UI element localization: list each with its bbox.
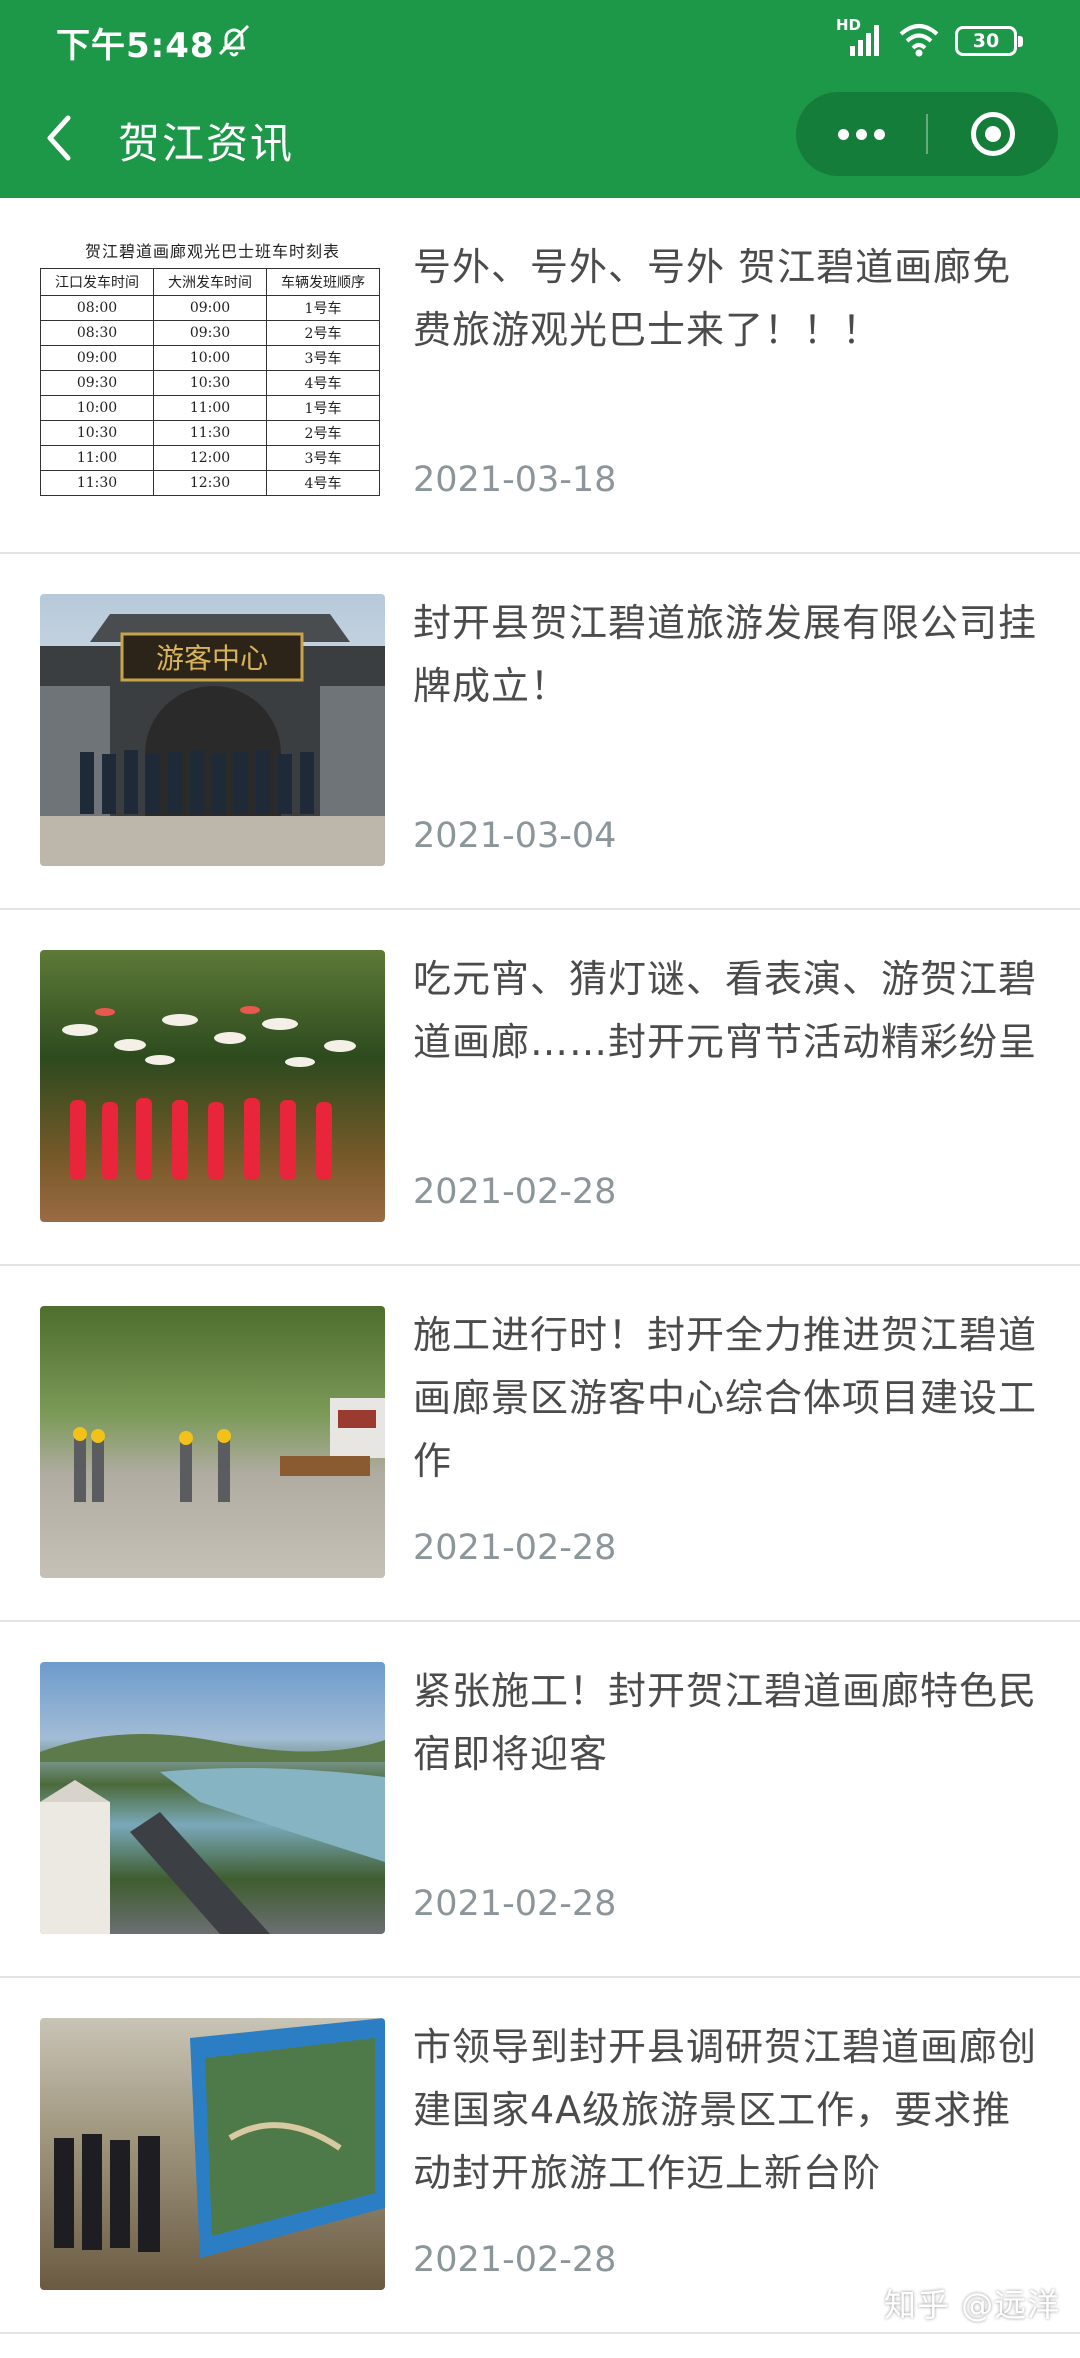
river-view-photo	[40, 1734, 385, 1934]
news-thumbnail-lantern-festival	[40, 950, 385, 1222]
more-button[interactable]	[796, 92, 926, 176]
inspection-photo	[54, 2018, 385, 2258]
timetable-cell: 09:30	[153, 320, 267, 346]
timetable-cell: 2号车	[266, 420, 380, 446]
timetable-cell: 10:00	[153, 345, 267, 371]
status-bar: 下午5:48 HD 30	[0, 0, 1080, 82]
timetable-cell: 1号车	[266, 395, 380, 421]
news-thumbnail-visitor-center: 游客中心	[40, 594, 385, 866]
timetable-cell: 3号车	[266, 345, 380, 371]
visitor-center-sign: 游客中心	[156, 642, 268, 675]
timetable-title: 贺江碧道画廊观光巴士班车时刻表	[84, 242, 340, 261]
news-item[interactable]: 施工进行时！封开全力推进贺江碧道画廊景区游客中心综合体项目建设工作 2021-0…	[0, 1266, 1080, 1622]
news-thumbnail-timetable: 贺江碧道画廊观光巴士班车时刻表 江口发车时间 大洲发车时间 车辆发班顺序 08:…	[40, 238, 385, 510]
timetable-header: 大洲发车时间	[153, 268, 267, 296]
more-dots-icon	[874, 129, 885, 140]
more-dots-icon	[856, 129, 867, 140]
timetable-cell: 11:00	[40, 445, 154, 471]
timetable-cell: 09:00	[40, 345, 154, 371]
timetable-header: 江口发车时间	[40, 268, 154, 296]
timetable: 江口发车时间 大洲发车时间 车辆发班顺序 08:00 09:00 1号车 08:30…	[40, 268, 380, 496]
timetable-cell: 10:30	[40, 420, 154, 446]
timetable-cell: 3号车	[266, 445, 380, 471]
nav-bar: 贺江资讯	[0, 82, 1080, 198]
news-title[interactable]: 封开县贺江碧道旅游发展有限公司挂牌成立！	[413, 592, 1043, 718]
mute-icon	[218, 24, 250, 57]
timetable-cell: 10:30	[153, 370, 267, 396]
news-title[interactable]: 市领导到封开县调研贺江碧道画廊创建国家4A级旅游景区工作，要求推动封开旅游工作迈…	[413, 2016, 1043, 2205]
status-time: 下午5:48	[56, 26, 215, 66]
news-thumbnail-river	[40, 1662, 385, 1934]
timetable-cell: 11:30	[40, 470, 154, 496]
news-title[interactable]: 吃元宵、猜灯谜、看表演、游贺江碧道画廊……封开元宵节活动精彩纷呈	[413, 948, 1043, 1074]
timetable-cell: 10:00	[40, 395, 154, 421]
news-date: 2021-02-28	[413, 1172, 617, 1212]
visitor-center-photo: 游客中心	[40, 614, 385, 866]
timetable-cell: 11:00	[153, 395, 267, 421]
signal-icon	[850, 25, 879, 56]
top-bar: 下午5:48 HD 30 贺江资讯	[0, 0, 1080, 198]
timetable-cell: 12:00	[153, 445, 267, 471]
wifi-icon	[899, 24, 939, 57]
news-date: 2021-03-04	[413, 816, 617, 856]
timetable-header: 车辆发班顺序	[266, 268, 380, 296]
timetable-cell: 11:30	[153, 420, 267, 446]
news-thumbnail-construction	[40, 1306, 385, 1578]
news-thumbnail-inspection	[40, 2018, 385, 2290]
battery-indicator: 30	[955, 26, 1023, 56]
back-arrow-icon[interactable]	[40, 108, 80, 168]
news-date: 2021-03-18	[413, 460, 617, 500]
news-title[interactable]: 紧张施工！封开贺江碧道画廊特色民宿即将迎客	[413, 1660, 1043, 1786]
timetable-cell: 4号车	[266, 370, 380, 396]
news-date: 2021-02-28	[413, 1884, 617, 1924]
timetable-cell: 08:30	[40, 320, 154, 346]
news-title[interactable]: 施工进行时！封开全力推进贺江碧道画廊景区游客中心综合体项目建设工作	[413, 1304, 1043, 1493]
news-item[interactable]: 紧张施工！封开贺江碧道画廊特色民宿即将迎客 2021-02-28	[0, 1622, 1080, 1978]
news-list: 贺江碧道画廊观光巴士班车时刻表 江口发车时间 大洲发车时间 车辆发班顺序 08:…	[0, 198, 1080, 2334]
news-item[interactable]: 游客中心 封开县贺江碧道旅游发展有限公司挂牌成立！ 2021-03-04	[0, 554, 1080, 910]
timetable-cell: 09:00	[153, 295, 267, 321]
news-item[interactable]: 贺江碧道画廊观光巴士班车时刻表 江口发车时间 大洲发车时间 车辆发班顺序 08:…	[0, 198, 1080, 554]
timetable-cell: 2号车	[266, 320, 380, 346]
mini-program-capsule	[796, 92, 1058, 176]
watermark: 知乎 @远洋	[884, 2286, 1061, 2324]
news-date: 2021-02-28	[413, 2240, 617, 2280]
timetable-cell: 09:30	[40, 370, 154, 396]
news-item[interactable]: 吃元宵、猜灯谜、看表演、游贺江碧道画廊……封开元宵节活动精彩纷呈 2021-02…	[0, 910, 1080, 1266]
timetable-cell: 1号车	[266, 295, 380, 321]
close-button[interactable]	[928, 92, 1058, 176]
construction-photo	[73, 1398, 385, 1502]
timetable-cell: 4号车	[266, 470, 380, 496]
more-dots-icon	[838, 129, 849, 140]
timetable-cell: 12:30	[153, 470, 267, 496]
news-date: 2021-02-28	[413, 1528, 617, 1568]
close-target-dot	[985, 126, 1001, 142]
news-title[interactable]: 号外、号外、号外 贺江碧道画廊免费旅游观光巴士来了！！！	[413, 236, 1043, 362]
lantern-festival-photo	[62, 1006, 356, 1180]
page-title: 贺江资讯	[118, 119, 295, 168]
timetable-cell: 08:00	[40, 295, 154, 321]
